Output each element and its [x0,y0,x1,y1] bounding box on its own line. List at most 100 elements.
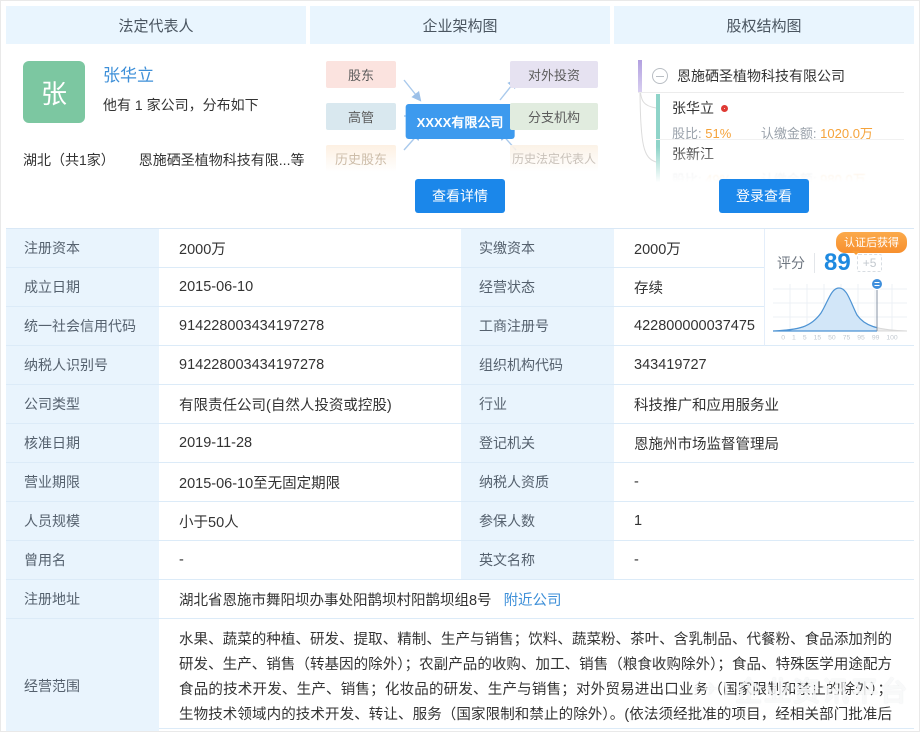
row-label-2: 工商注册号 [461,307,614,345]
row-value-2: 科技推广和应用服务业 [614,385,914,423]
row-value-1: 有限责任公司(自然人投资或控股) [159,385,461,423]
company-info-table: 认证后获得 评分 89 +5 [6,228,914,729]
view-details-button[interactable]: 查看详情 [415,179,505,213]
org-chart-panel: 企业架构图 [310,6,610,224]
collapse-minus-icon[interactable] [652,68,668,84]
equity-root-node: 恩施硒圣植物科技有限公司 [638,60,904,93]
amount-value: 1020.0万 [820,126,873,141]
org-node: 历史股东 [326,145,396,172]
axis-tick: 0 [781,334,785,342]
axis-tick: 5 [803,334,807,342]
row-value-1: 2015-06-10至无固定期限 [159,463,461,501]
certify-badge: 认证后获得 [836,232,907,253]
row-value-1: 914228003434197278 [159,346,461,384]
row-value-2: - [614,541,914,579]
row-value-2: 343419727 [614,346,914,384]
address-row: 注册地址 湖北省恩施市舞阳坝办事处阳鹊坝村阳鹊坝组8号 附近公司 [6,580,914,619]
axis-tick: 1 [792,334,796,342]
score-widget: 认证后获得 评分 89 +5 [764,229,914,346]
org-node: 高管 [326,103,396,130]
row-value-1: - [159,541,461,579]
nearby-companies-link[interactable]: 附近公司 [504,589,562,610]
row-label-1: 统一社会信用代码 [6,307,159,345]
ratio-label: 股比: [672,126,702,141]
row-label-2: 行业 [461,385,614,423]
score-axis-ticks: 0151550759599100 [781,334,897,342]
row-label-1: 纳税人识别号 [6,346,159,384]
axis-tick: 100 [886,334,897,342]
equity-panel: 股权结构图 恩施硒圣植物科技有限公司 张华立 [614,6,914,224]
row-label-1: 营业期限 [6,463,159,501]
scope-row: 经营范围 水果、蔬菜的种植、研发、提取、精制、生产与销售；饮料、蔬菜粉、茶叶、含… [6,619,914,729]
shareholder-list: 张华立 股比: 51% 认缴金额: 1020.0万 张新江 股比: 49% 认缴… [656,94,904,186]
scope-label: 经营范围 [6,619,159,732]
row-label-2: 纳税人资质 [461,463,614,501]
ratio-value: 51% [705,126,731,141]
row-label-1: 核准日期 [6,424,159,462]
equity-header: 股权结构图 [614,6,914,44]
score-label: 评分 [777,253,815,273]
row-value-2: 1 [614,502,914,540]
row-value-2: 恩施州市场监督管理局 [614,424,914,462]
legal-rep-body: 张 张华立 他有 1 家公司，分布如下 湖北（共1家） 恩施硒圣植物科技有限..… [6,44,306,224]
axis-tick: 50 [828,334,836,342]
table-row: 核准日期 2019-11-28 登记机关 恩施州市场监督管理局 [6,424,914,463]
row-label-1: 成立日期 [6,268,159,306]
address-label: 注册地址 [6,580,159,618]
ratio-label: 股比: [672,172,702,187]
row-value-1: 2000万 [159,229,461,267]
org-node: 历史法定代表人 [510,145,598,172]
axis-tick: 75 [843,334,851,342]
root-node-bar [638,60,642,92]
legal-rep-panel: 法定代表人 张 张华立 他有 1 家公司，分布如下 湖北（共1家） 恩施硒圣植物… [6,6,306,224]
axis-tick: 99 [872,334,880,342]
row-label-2: 实缴资本 [461,229,614,267]
org-node: 分支机构 [510,103,598,130]
org-chart-body: 股东 高管 历史股东 XXXX有限公司 对外投资 分支机构 历史法定代表人 查看… [310,44,610,224]
table-row: 公司类型 有限责任公司(自然人投资或控股) 行业 科技推广和应用服务业 [6,385,914,424]
row-label-1: 注册资本 [6,229,159,267]
row-label-1: 公司类型 [6,385,159,423]
row-label-2: 登记机关 [461,424,614,462]
table-row: 曾用名 - 英文名称 - [6,541,914,580]
scope-text: 水果、蔬菜的种植、研发、提取、精制、生产与销售；饮料、蔬菜粉、茶叶、含乳制品、代… [159,619,914,732]
org-chart-header: 企业架构图 [310,6,610,44]
row-label-1: 人员规模 [6,502,159,540]
table-row: 人员规模 小于50人 参保人数 1 [6,502,914,541]
table-row: 营业期限 2015-06-10至无固定期限 纳税人资质 - [6,463,914,502]
legal-rep-header: 法定代表人 [6,6,306,44]
axis-tick: 15 [814,334,822,342]
related-company-link[interactable]: 恩施硒圣植物科技有限...等 [139,150,305,170]
org-node: 股东 [326,61,396,88]
legal-rep-name-link[interactable]: 张华立 [103,61,259,86]
score-bonus: +5 [857,254,883,272]
address-value: 湖北省恩施市舞阳坝办事处阳鹊坝村阳鹊坝组8号 [179,589,492,610]
equity-body: 恩施硒圣植物科技有限公司 张华立 股比: 51% 认缴金额: 1020.0万 张… [614,44,914,224]
row-label-1: 曾用名 [6,541,159,579]
row-label-2: 组织机构代码 [461,346,614,384]
org-center-node: XXXX有限公司 [406,104,515,139]
row-value-1: 小于50人 [159,502,461,540]
row-value-2: - [614,463,914,501]
company-profile-page: 法定代表人 张 张华立 他有 1 家公司，分布如下 湖北（共1家） 恩施硒圣植物… [0,0,920,732]
axis-tick: 95 [857,334,865,342]
row-value-1: 914228003434197278 [159,307,461,345]
org-node: 对外投资 [510,61,598,88]
avatar: 张 [23,61,85,123]
row-label-2: 经营状态 [461,268,614,306]
login-to-view-button[interactable]: 登录查看 [719,179,809,213]
score-distribution-chart [771,276,909,334]
controller-badge-icon [721,105,728,112]
amount-value: 980.0万 [820,172,866,187]
equity-root-name: 恩施硒圣植物科技有限公司 [677,66,845,86]
amount-label: 认缴金额: [761,126,817,141]
shareholder-name: 张新江 [672,144,714,164]
org-left-column: 股东 高管 历史股东 [326,61,396,172]
score-marker-pin-icon [872,279,883,290]
row-label-2: 参保人数 [461,502,614,540]
region-count: 湖北（共1家） [23,150,115,170]
shareholder-node: 张华立 股比: 51% 认缴金额: 1020.0万 [656,94,904,140]
row-value-1: 2015-06-10 [159,268,461,306]
row-value-1: 2019-11-28 [159,424,461,462]
org-right-column: 对外投资 分支机构 历史法定代表人 [510,61,598,172]
